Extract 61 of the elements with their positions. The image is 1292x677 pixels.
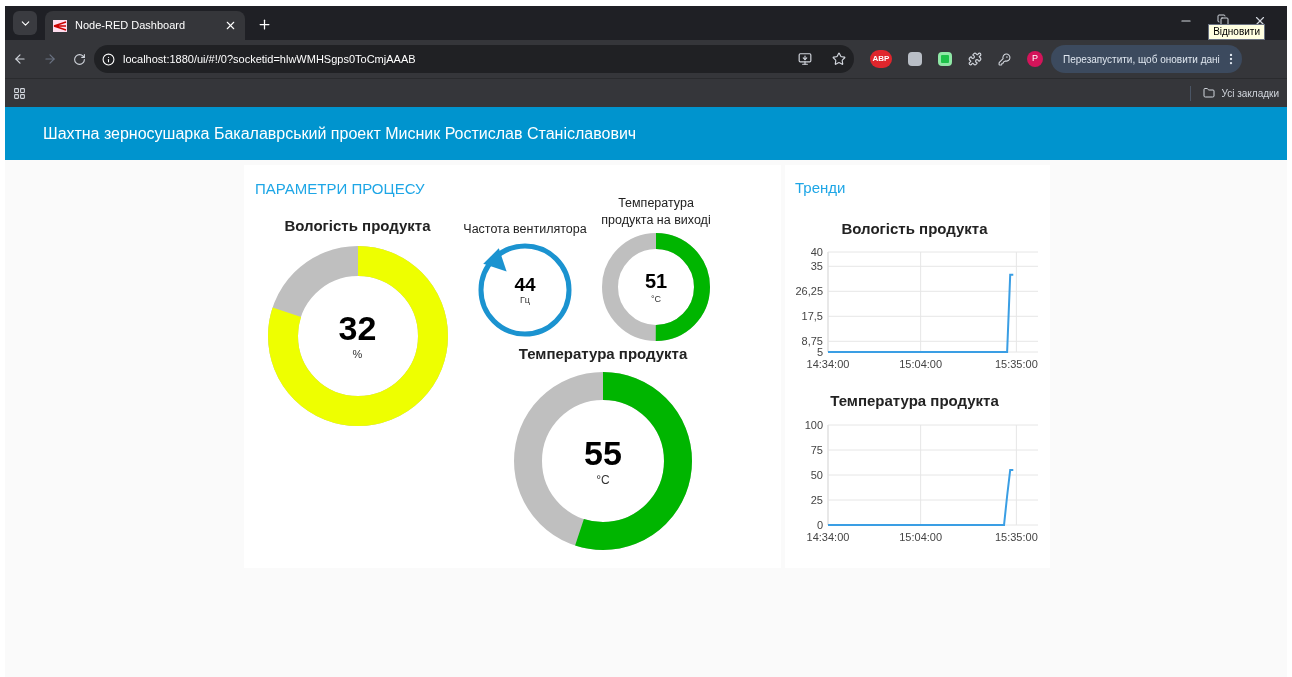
install-icon[interactable] — [798, 52, 812, 66]
axis-tick-label: 50 — [810, 468, 823, 481]
gauge-value: 32 — [338, 311, 377, 345]
axis-tick-label: 26,25 — [794, 285, 823, 298]
password-icon[interactable] — [998, 52, 1011, 66]
group-title: ПАРАМЕТРИ ПРОЦЕСУ — [255, 180, 425, 197]
tab-search-button[interactable] — [13, 11, 37, 35]
axis-tick-label: 14:34:00 — [806, 530, 849, 543]
forward-icon[interactable] — [43, 52, 57, 66]
axis-tick-label: 25 — [810, 493, 823, 506]
gauge-label: Температура продукта — [518, 344, 688, 364]
gauge-label: Вологість продукта — [284, 216, 431, 236]
gauge-value: 44 — [514, 275, 536, 294]
axis-tick-label: 17,5 — [801, 310, 823, 323]
axis-tick-label: 15:35:00 — [994, 358, 1038, 370]
address-bar[interactable]: localhost:1880/ui/#!/0?socketid=hlwWMHSgps0ToCmjAAAB — [94, 45, 854, 73]
chart-title: Температура продукта — [830, 391, 999, 411]
gauge-label: Частота вентилятора — [463, 221, 587, 239]
axis-tick-label: 14:34:00 — [806, 358, 849, 370]
new-tab-icon[interactable] — [257, 17, 272, 32]
apps-icon[interactable] — [13, 86, 26, 100]
axis-tick-label: 15:04:00 — [898, 530, 942, 543]
dashboard-title: Шахтна зерносушарка Бакалаврський проект Мисник Ростислав Станіславович — [43, 123, 637, 144]
gauge-unit: Гц — [520, 296, 530, 305]
bookmark-star-icon[interactable] — [832, 52, 846, 66]
gauge-unit: °C — [596, 473, 610, 486]
gauge-value: 51 — [644, 270, 668, 291]
gauge-unit: °C — [650, 294, 662, 304]
flow-logo-icon — [53, 19, 67, 32]
extension-icon[interactable] — [908, 52, 922, 66]
back-icon[interactable] — [13, 52, 27, 66]
gauge-value: 55 — [584, 435, 622, 470]
axis-tick-label: 75 — [810, 443, 823, 456]
profile-avatar[interactable]: P — [1027, 51, 1043, 67]
axis-tick-label: 15:35:00 — [994, 530, 1038, 543]
gauge-unit: % — [352, 349, 363, 360]
axis-tick-label: 5 — [816, 346, 823, 358]
folder-icon — [1203, 87, 1216, 99]
axis-tick-label: 8,75 — [801, 335, 823, 348]
gauge-label: Температура продукта на виході — [600, 195, 712, 229]
bookmarks-folder[interactable]: Усі закладки — [1190, 85, 1279, 101]
axis-tick-label: 15:04:00 — [898, 358, 942, 370]
browser-tab[interactable]: Node-RED Dashboard — [45, 11, 245, 40]
url-text: localhost:1880/ui/#!/0?socketid=hlwWMHSgps0ToCmjAAAB — [123, 51, 417, 67]
axis-tick-label: 35 — [810, 260, 823, 273]
update-button[interactable]: Перезапустити, щоб оновити дані — [1051, 45, 1242, 73]
axis-tick-label: 0 — [816, 518, 823, 531]
pointer-icon — [483, 248, 507, 272]
restore-icon[interactable] — [1217, 14, 1229, 26]
extension-icon[interactable] — [938, 52, 952, 66]
reload-icon[interactable] — [73, 52, 86, 66]
group-title: Тренди — [795, 178, 847, 198]
chart-title: Вологість продукта — [841, 218, 988, 239]
extensions-icon[interactable] — [968, 52, 982, 66]
adblock-icon[interactable]: ABP — [870, 50, 892, 68]
close-icon[interactable] — [224, 19, 237, 32]
axis-tick-label: 40 — [810, 246, 823, 258]
tooltip: Відновити — [1208, 24, 1265, 40]
site-info-icon[interactable] — [102, 52, 115, 66]
tab-title: Node-RED Dashboard — [75, 18, 187, 34]
axis-tick-label: 100 — [804, 418, 823, 431]
